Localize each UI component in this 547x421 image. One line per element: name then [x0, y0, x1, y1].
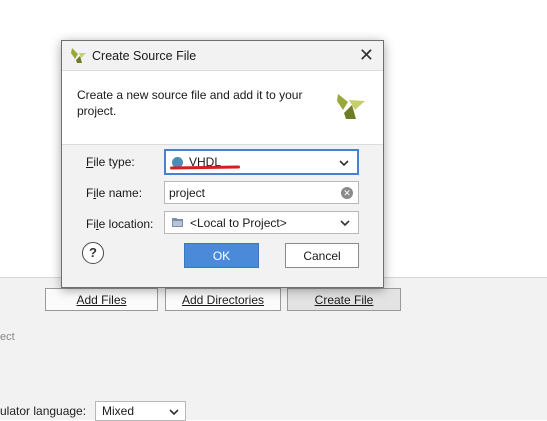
file-location-label: File location:	[86, 217, 154, 231]
file-name-input[interactable]: project ✕	[164, 181, 359, 204]
dialog-titlebar: Create Source File ✕	[62, 41, 383, 70]
simulator-language-value: Mixed	[102, 404, 135, 418]
file-name-label: File name:	[86, 186, 143, 200]
dialog-header: Create a new source file and add it to y…	[62, 70, 383, 145]
add-directories-button[interactable]: Add Directories	[165, 288, 281, 311]
clear-icon[interactable]: ✕	[341, 187, 353, 199]
truncated-label: ect	[0, 331, 15, 343]
create-file-button[interactable]: Create File	[287, 288, 401, 311]
ok-button[interactable]: OK	[184, 243, 259, 268]
chevron-down-icon	[169, 409, 179, 416]
vivado-logo-icon	[337, 94, 365, 119]
folder-icon	[172, 218, 183, 227]
vivado-logo-icon	[71, 48, 86, 63]
file-name-value: project	[169, 185, 206, 200]
file-location-select[interactable]: <Local to Project>	[164, 211, 359, 234]
file-location-value: <Local to Project>	[190, 215, 287, 230]
file-type-select[interactable]: VHDL	[164, 149, 359, 175]
simulator-language-select[interactable]: Mixed	[95, 401, 186, 421]
file-type-label: File type:	[86, 155, 135, 169]
add-files-button[interactable]: Add Files	[45, 288, 158, 311]
dialog-title: Create Source File	[92, 49, 197, 63]
create-source-file-dialog: Create Source File ✕ Create a new source…	[61, 40, 384, 288]
simulator-language-label: ulator language:	[0, 404, 87, 418]
chevron-down-icon	[339, 160, 349, 167]
close-icon[interactable]: ✕	[359, 45, 374, 65]
dialog-description: Create a new source file and add it to y…	[77, 88, 303, 118]
cancel-button[interactable]: Cancel	[285, 243, 359, 268]
chevron-down-icon	[340, 220, 350, 227]
help-button[interactable]: ?	[82, 242, 104, 264]
annotation-underline	[169, 165, 241, 170]
